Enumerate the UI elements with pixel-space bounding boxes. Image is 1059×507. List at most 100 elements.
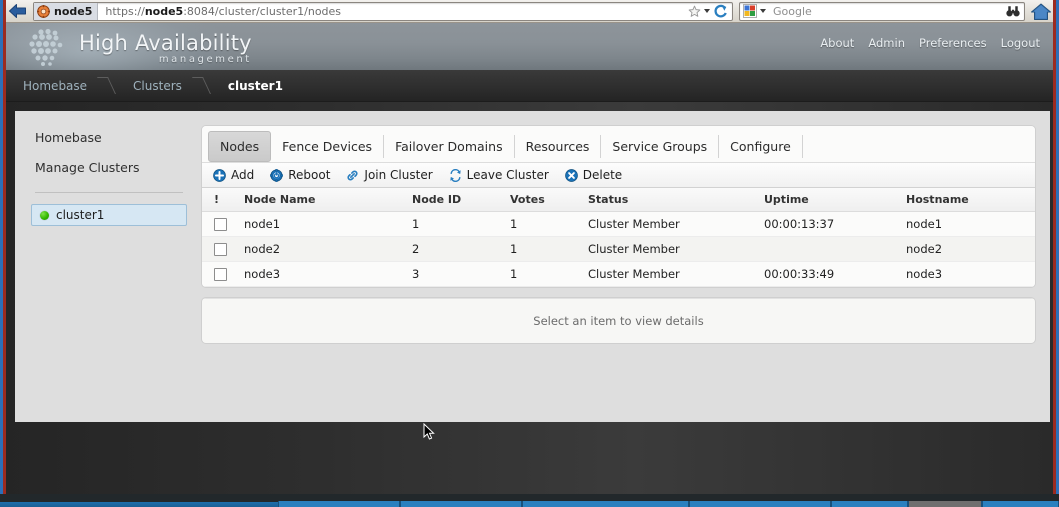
cell-node-id: 3 xyxy=(412,261,510,287)
reboot-button-label: Reboot xyxy=(288,168,331,182)
binoculars-icon[interactable] xyxy=(1006,5,1024,18)
app-title-block: High Availability management xyxy=(79,30,252,65)
arrows-swap-icon xyxy=(449,168,461,182)
breadcrumb: Homebase Clusters cluster1 xyxy=(3,70,1056,102)
row-checkbox-cell[interactable] xyxy=(202,236,244,262)
cell-status: Cluster Member xyxy=(588,261,764,287)
join-cluster-button[interactable]: Join Cluster xyxy=(346,168,433,182)
url-bar[interactable]: node5 https://node5:8084/cluster/cluster… xyxy=(33,1,733,21)
site-chip-label: node5 xyxy=(54,4,93,18)
row-checkbox-cell[interactable] xyxy=(202,261,244,287)
search-engine-chevron-icon[interactable] xyxy=(760,9,766,13)
breadcrumb-separator-icon xyxy=(194,70,214,101)
reload-icon[interactable] xyxy=(713,4,728,19)
header-nav: About Admin Preferences Logout xyxy=(820,36,1040,50)
cell-hostname: node3 xyxy=(906,261,1035,287)
nodes-card: Nodes Fence Devices Failover Domains Res… xyxy=(201,125,1036,288)
tab-divider xyxy=(801,135,803,158)
binoculars-glyph xyxy=(1006,5,1020,16)
row-checkbox[interactable] xyxy=(214,218,227,231)
site-identity-chip[interactable]: node5 xyxy=(34,2,99,20)
delete-button-label: Delete xyxy=(582,168,623,182)
nav-link-preferences[interactable]: Preferences xyxy=(919,36,987,50)
nav-link-admin[interactable]: Admin xyxy=(868,36,905,50)
details-card: Select an item to view details xyxy=(201,297,1036,344)
chevron-down-icon[interactable] xyxy=(704,9,710,13)
details-pane: Select an item to view details xyxy=(202,298,1035,343)
nav-link-logout[interactable]: Logout xyxy=(1001,36,1040,50)
reboot-button[interactable]: Reboot xyxy=(270,168,330,182)
taskbar-item[interactable] xyxy=(400,501,522,507)
cell-node-name: node3 xyxy=(244,261,412,287)
row-checkbox[interactable] xyxy=(214,243,227,256)
column-header-votes[interactable]: Votes xyxy=(510,188,588,212)
cell-votes: 1 xyxy=(510,211,588,237)
x-circle-icon xyxy=(564,168,578,182)
breadcrumb-item-cluster1: cluster1 xyxy=(227,78,283,93)
url-text[interactable]: https://node5:8084/cluster/cluster1/node… xyxy=(98,5,341,18)
search-input[interactable]: Google xyxy=(769,5,812,18)
cell-uptime: 00:00:13:37 xyxy=(764,211,906,237)
tab-service-groups[interactable]: Service Groups xyxy=(601,131,718,162)
table-row[interactable]: node3 3 1 Cluster Member 00:00:33:49 nod… xyxy=(202,261,1035,287)
taskbar-item[interactable] xyxy=(982,501,1059,507)
tab-fence-devices[interactable]: Fence Devices xyxy=(271,131,383,162)
browser-window: node5 https://node5:8084/cluster/cluster… xyxy=(0,0,1059,494)
table-row[interactable]: node1 1 1 Cluster Member 00:00:13:37 nod… xyxy=(202,211,1035,237)
search-bar[interactable]: Google xyxy=(739,1,1025,21)
cell-uptime: 00:00:33:49 xyxy=(764,261,906,287)
column-header-hostname[interactable]: Hostname xyxy=(906,188,1035,212)
column-header-node-name[interactable]: Node Name xyxy=(244,188,412,212)
cell-status: Cluster Member xyxy=(588,211,764,237)
sidebar-item-cluster1[interactable]: cluster1 xyxy=(31,204,187,226)
tab-configure[interactable]: Configure xyxy=(719,131,802,162)
power-gear-icon xyxy=(270,168,284,182)
taskbar-item[interactable] xyxy=(689,501,831,507)
nav-link-about[interactable]: About xyxy=(820,36,854,50)
column-header-node-id[interactable]: Node ID xyxy=(412,188,510,212)
mouse-cursor xyxy=(423,422,435,441)
cell-uptime xyxy=(764,236,906,262)
cell-node-id: 2 xyxy=(412,236,510,262)
cell-hostname: node2 xyxy=(906,236,1035,262)
bookmark-star-icon[interactable] xyxy=(688,5,701,18)
search-engine-selector[interactable] xyxy=(740,4,769,18)
taskbar-item-active[interactable] xyxy=(908,501,982,507)
column-header-status[interactable]: Status xyxy=(588,188,764,212)
cell-status: Cluster Member xyxy=(588,236,764,262)
tab-nodes[interactable]: Nodes xyxy=(208,131,272,162)
url-suffix: :8084/cluster/cluster1/nodes xyxy=(183,4,342,18)
app-subtitle: management xyxy=(158,53,252,65)
content-area: Homebase Manage Clusters cluster1 Nodes xyxy=(3,102,1056,494)
delete-button[interactable]: Delete xyxy=(564,168,623,182)
sidebar-item-manage-clusters[interactable]: Manage Clusters xyxy=(15,157,201,178)
taskbar-item[interactable] xyxy=(278,501,400,507)
tab-resources[interactable]: Resources xyxy=(515,131,601,162)
tab-failover-domains[interactable]: Failover Domains xyxy=(384,131,514,162)
cell-node-id: 1 xyxy=(412,211,510,237)
back-arrow-icon[interactable] xyxy=(5,1,31,22)
url-bar-actions xyxy=(688,4,732,19)
taskbar-item[interactable] xyxy=(831,501,908,507)
home-icon xyxy=(1030,3,1051,20)
breadcrumb-item-clusters[interactable]: Clusters xyxy=(119,70,194,101)
breadcrumb-item-homebase[interactable]: Homebase xyxy=(3,70,99,101)
column-header-alert[interactable]: ! xyxy=(202,188,244,212)
row-checkbox[interactable] xyxy=(214,268,227,281)
status-dot-online-icon xyxy=(40,210,49,220)
leave-cluster-button[interactable]: Leave Cluster xyxy=(449,168,549,182)
star-glyph xyxy=(688,5,701,17)
column-header-uptime[interactable]: Uptime xyxy=(764,188,906,212)
google-logo-icon xyxy=(743,4,757,18)
add-button[interactable]: Add xyxy=(213,168,254,182)
table-header-row: ! Node Name Node ID Votes Status Uptime … xyxy=(202,188,1035,212)
home-button[interactable] xyxy=(1027,2,1054,21)
window-edge-left xyxy=(3,0,6,494)
taskbar-item[interactable] xyxy=(522,501,689,507)
table-row[interactable]: node2 2 1 Cluster Member node2 xyxy=(202,236,1035,262)
sidebar-item-homebase[interactable]: Homebase xyxy=(15,127,201,148)
breadcrumb-separator-icon xyxy=(99,70,119,101)
url-host: node5 xyxy=(144,4,184,18)
row-checkbox-cell[interactable] xyxy=(202,211,244,237)
sidebar-divider xyxy=(35,192,183,193)
